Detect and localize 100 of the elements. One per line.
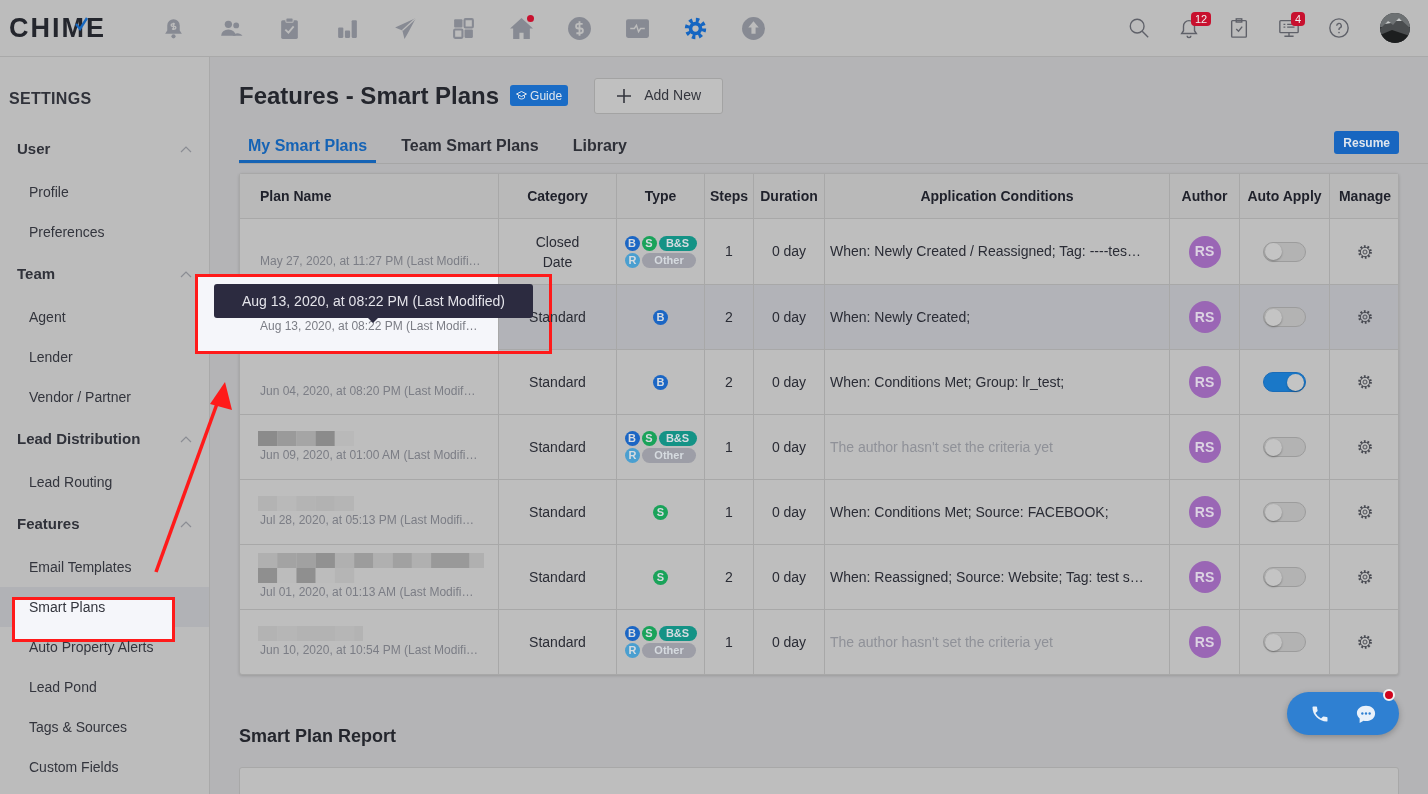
sidebar-item[interactable]: Vendor / Partner	[29, 386, 131, 408]
author-avatar: RS	[1188, 431, 1221, 463]
steps-text: 1	[725, 632, 733, 652]
settings-icon[interactable]	[1357, 504, 1373, 520]
chevron-icon	[180, 145, 192, 154]
help-icon[interactable]	[1328, 17, 1350, 39]
duration-text: 0 day	[771, 242, 807, 261]
conditions-text: When: Newly Created / Reassigned; Tag: ----tes…	[830, 242, 1141, 261]
type-badge: B&S	[658, 626, 697, 641]
duration-text: 0 day	[771, 502, 807, 522]
sidebar-section[interactable]: User	[0, 127, 194, 172]
type-badge: B	[624, 626, 640, 641]
toggle-switch[interactable]	[1263, 567, 1306, 587]
last-modified-date: Jun 10, 2020, at 10:54 PM (Last Modifi…	[260, 641, 480, 659]
sidebar-item[interactable]: Profile	[29, 181, 69, 203]
dollar-circle-icon[interactable]	[566, 15, 592, 41]
last-modified-date: Jun 04, 2020, at 08:20 PM (Last Modif…	[260, 383, 477, 400]
steps-text: 1	[725, 437, 733, 457]
chat-icon[interactable]	[1355, 703, 1377, 724]
sidebar-item[interactable]: Custom Fields	[29, 756, 119, 778]
column-header: Auto Apply	[1247, 186, 1322, 206]
column-header: Steps	[709, 186, 749, 206]
duration-text: 0 day	[771, 307, 807, 327]
sidebar-item[interactable]: Agent	[29, 306, 66, 328]
settings-icon[interactable]	[1357, 243, 1373, 260]
sidebar-section[interactable]: Team	[0, 252, 194, 297]
sidebar-section[interactable]: Features	[0, 502, 194, 547]
upload-circle-icon[interactable]	[740, 15, 766, 41]
duration-text: 0 day	[771, 372, 807, 392]
type-badge: S	[641, 235, 657, 251]
tab[interactable]: Team Smart Plans	[392, 132, 548, 163]
column-header: Plan Name	[260, 186, 332, 206]
settings-icon[interactable]	[682, 15, 708, 41]
sidebar-title: SETTINGS	[8, 89, 93, 109]
author-avatar: RS	[1188, 626, 1221, 658]
chevron-icon	[180, 520, 192, 529]
clipboard-check-icon[interactable]	[1228, 17, 1250, 39]
sidebar-item[interactable]: Lead Pond	[29, 676, 97, 698]
settings-icon[interactable]	[1357, 374, 1373, 390]
type-badge: R	[625, 643, 640, 658]
sidebar-item[interactable]: Preferences	[29, 221, 105, 243]
section-title: Smart Plan Report	[239, 725, 398, 748]
sidebar-section[interactable]: Lead Distribution	[0, 417, 194, 462]
steps-text: 1	[725, 242, 733, 261]
toggle-switch[interactable]	[1263, 307, 1306, 327]
type-badge: S	[653, 504, 668, 520]
toggle-switch[interactable]	[1263, 502, 1306, 522]
conditions-text: When: Conditions Met; Group: lr_test;	[830, 372, 1065, 392]
logo: CHIME	[9, 14, 106, 42]
steps-text: 1	[725, 502, 733, 522]
last-modified-date: Jun 09, 2020, at 01:00 AM (Last Modifi…	[260, 446, 479, 464]
category-text: Standard	[528, 633, 587, 652]
type-badge: Other	[642, 252, 696, 268]
category-text: Standard	[528, 373, 587, 392]
search-icon[interactable]	[1128, 17, 1150, 39]
toggle-switch[interactable]	[1263, 437, 1306, 457]
type-badge: Other	[642, 448, 696, 463]
plus-icon	[616, 87, 633, 104]
type-badge: Other	[642, 643, 696, 658]
column-header: Author	[1181, 186, 1228, 206]
sidebar-item[interactable]: Auto Property Alerts	[29, 636, 154, 658]
type-badge: S	[641, 431, 657, 446]
type-badge: R	[625, 448, 640, 463]
column-header: Duration	[760, 186, 818, 206]
paper-plane-icon[interactable]	[392, 15, 418, 41]
add-new-button[interactable]: Add New	[594, 77, 724, 114]
sidebar-item[interactable]: Lead Routing	[29, 471, 113, 493]
chevron-icon	[180, 435, 192, 444]
sidebar-item[interactable]: Email Templates	[29, 556, 132, 578]
author-avatar: RS	[1188, 366, 1221, 398]
settings-icon[interactable]	[1357, 309, 1373, 325]
author-avatar: RS	[1188, 496, 1221, 528]
settings-icon[interactable]	[1357, 634, 1373, 650]
sidebar-item[interactable]: Lender	[29, 346, 73, 368]
guide-button[interactable]: Guide	[510, 85, 569, 106]
author-avatar: RS	[1188, 301, 1221, 333]
count-badge: 12	[1191, 11, 1212, 26]
duration-text: 0 day	[771, 567, 807, 587]
steps-text: 2	[725, 567, 733, 587]
toggle-switch[interactable]	[1263, 632, 1306, 652]
settings-icon[interactable]	[1357, 569, 1373, 585]
grid-icon[interactable]	[450, 15, 476, 41]
duration-text: 0 day	[771, 632, 807, 652]
tab[interactable]: Library	[563, 132, 636, 163]
resume-button[interactable]: Resume	[1334, 131, 1399, 154]
type-badge: B	[653, 309, 668, 325]
monitor-list-icon[interactable]	[1278, 17, 1300, 39]
column-header: Application Conditions	[920, 186, 1074, 206]
category-text: Standard	[528, 438, 587, 457]
settings-icon[interactable]	[1357, 439, 1373, 455]
conditions-text: When: Reassigned; Source: Website; Tag: test s…	[830, 567, 1144, 587]
category-text: Closed Date	[534, 232, 581, 272]
sidebar-item[interactable]: Tags & Sources	[29, 716, 128, 738]
category-text: Standard	[528, 503, 587, 522]
house-icon[interactable]	[508, 15, 534, 41]
type-badge: B	[624, 235, 640, 251]
toggle-switch[interactable]	[1263, 372, 1306, 392]
toggle-switch[interactable]	[1263, 241, 1306, 262]
steps-text: 2	[725, 307, 733, 327]
author-avatar: RS	[1188, 235, 1221, 268]
